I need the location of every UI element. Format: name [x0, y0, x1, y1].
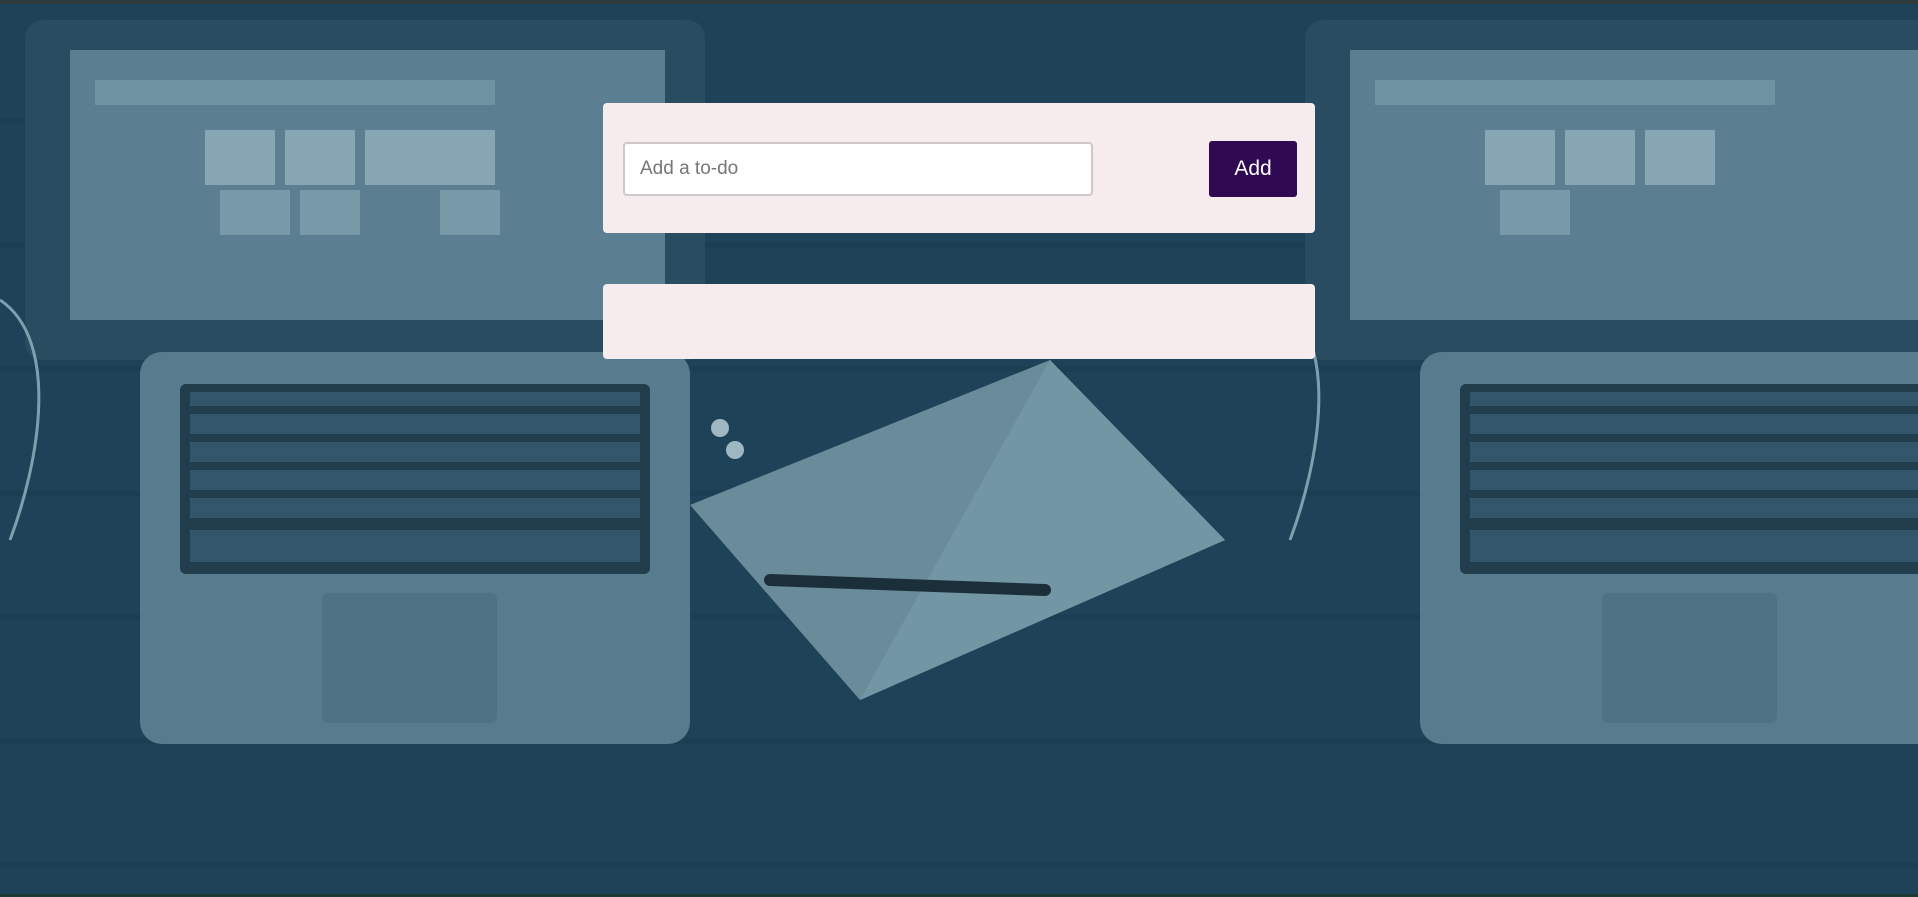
- todo-form-card: Add: [603, 103, 1315, 233]
- add-button[interactable]: Add: [1209, 141, 1297, 197]
- top-edge-strip: [0, 0, 1918, 4]
- todo-list-card: [603, 284, 1315, 359]
- todo-input[interactable]: [623, 142, 1093, 196]
- desk-photo-right: [1280, 20, 1918, 744]
